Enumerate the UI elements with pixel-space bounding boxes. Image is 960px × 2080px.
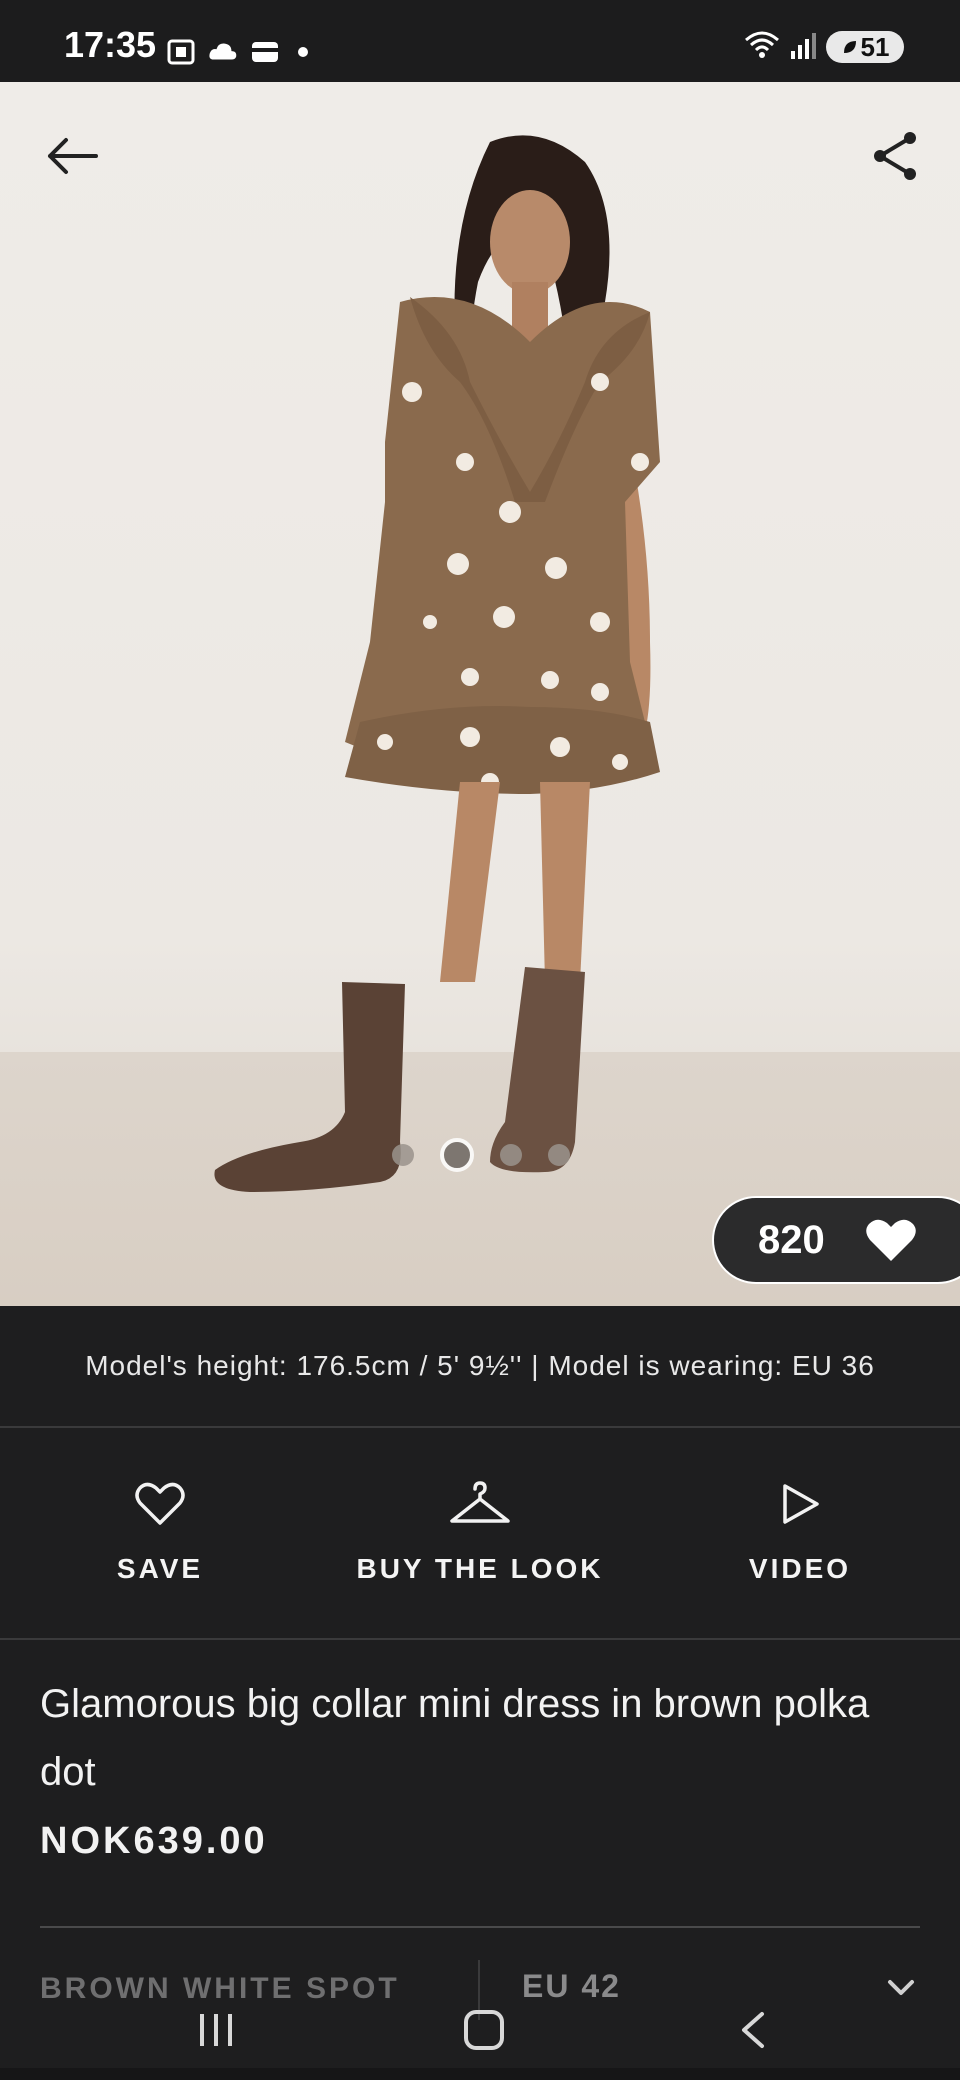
product-title: Glamorous big collar mini dress in brown… [40,1682,870,1794]
product-price: NOK639.00 [40,1820,268,1862]
carousel-dot[interactable] [500,1144,522,1166]
signal-icon [790,31,816,63]
buy-the-look-label: BUY THE LOOK [356,1553,604,1584]
notification-dot-icon [298,47,308,57]
battery-indicator: 51 [826,31,904,63]
home-button[interactable] [444,1990,524,2070]
carousel-dot[interactable] [392,1144,414,1166]
heart-outline-icon [135,1482,185,1525]
video-label: VIDEO [748,1553,852,1584]
likes-button[interactable]: 820 [712,1196,960,1284]
save-label: SAVE [116,1553,204,1584]
product-details: Glamorous big collar mini dress in brown… [40,1670,920,1863]
carousel-dot[interactable] [548,1144,570,1166]
wifi-icon [744,30,780,64]
video-button[interactable]: VIDEO [640,1428,960,1638]
battery-level: 51 [860,31,890,62]
arrow-left-icon [48,138,98,174]
chevron-left-icon [742,2012,764,2048]
model-photo [214,135,660,1192]
action-bar: SAVE BUY THE LOOK VIDEO [0,1428,960,1640]
divider [40,1926,920,1928]
recent-apps-button[interactable] [176,1990,256,2070]
carousel-dot-active[interactable] [440,1138,474,1172]
carousel-dots [392,1138,570,1172]
model-info-text: Model's height: 176.5cm / 5' 9½'' | Mode… [85,1350,875,1381]
system-nav-bar [0,1960,960,2080]
product-image-carousel[interactable]: 820 [0,82,960,1306]
status-icons-left [166,32,308,72]
cloud-icon [208,38,238,66]
share-button[interactable] [864,124,928,188]
likes-count: 820 [758,1217,825,1262]
buy-the-look-button[interactable]: BUY THE LOOK [320,1428,640,1638]
home-icon [464,2010,504,2050]
recent-apps-icon [200,2014,232,2046]
bottom-edge [0,2068,960,2080]
play-icon [783,1484,819,1524]
save-button[interactable]: SAVE [0,1428,320,1638]
back-nav-button[interactable] [714,1990,794,2070]
status-time: 17:35 [64,24,157,65]
battery-saver-icon [841,32,859,63]
model-info: Model's height: 176.5cm / 5' 9½'' | Mode… [0,1306,960,1428]
status-bar: 17:35 51 [0,0,960,82]
heart-filled-icon [865,1219,916,1261]
back-button[interactable] [40,124,104,188]
wallet-icon [250,38,280,66]
share-icon [874,132,916,180]
screenshot-icon [166,38,196,66]
hanger-icon [450,1481,510,1523]
status-icons-right: 51 [744,30,904,64]
